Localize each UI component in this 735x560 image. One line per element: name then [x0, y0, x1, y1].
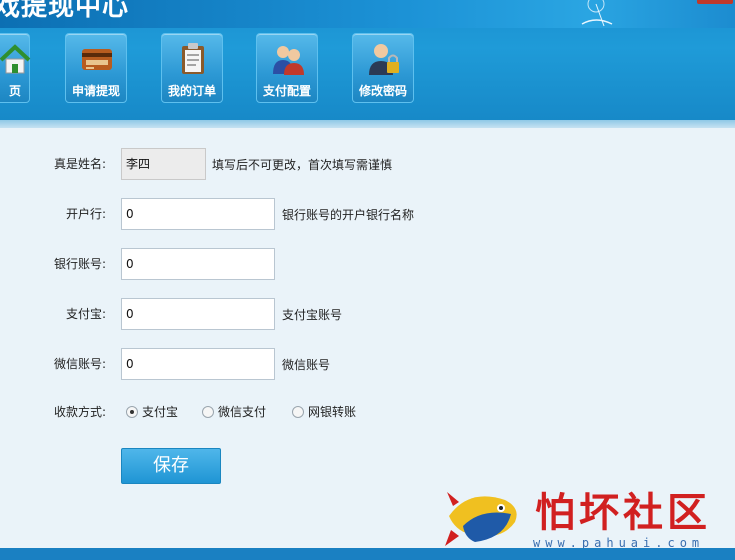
- bank-name-input[interactable]: 0: [121, 198, 275, 230]
- nav-change-password-button[interactable]: 修改密码: [352, 33, 414, 103]
- header-divider: [0, 120, 735, 128]
- clipboard-icon: [182, 43, 204, 74]
- bank-name-label: 开户行:: [65, 207, 106, 221]
- bank-account-input[interactable]: 0: [121, 248, 275, 280]
- fish-logo-icon: [445, 492, 517, 546]
- header: 戏提现中心 页 申请提现 我的订单 支付配置 修改密码: [0, 0, 735, 120]
- top-right-badge[interactable]: [697, 0, 733, 4]
- radio-alipay-dot[interactable]: [126, 406, 138, 418]
- wechat-input[interactable]: 0: [121, 348, 275, 380]
- payment-method-label: 收款方式:: [53, 405, 106, 419]
- card-icon: [82, 49, 112, 70]
- bank-account-label: 银行账号:: [53, 257, 106, 271]
- radio-alipay[interactable]: 支付宝: [126, 403, 178, 420]
- nav-payment-config-label: 支付配置: [262, 84, 311, 98]
- footer-bar: [0, 548, 735, 560]
- real-name-field: 李四: [121, 148, 206, 180]
- nav-orders-button[interactable]: 我的订单: [161, 33, 223, 103]
- nav-orders-label: 我的订单: [167, 84, 216, 98]
- wechat-label: 微信账号:: [53, 357, 106, 371]
- radio-bank-transfer[interactable]: 网银转账: [292, 403, 356, 420]
- nav-home-button[interactable]: 页: [0, 33, 31, 103]
- nav-change-password-label: 修改密码: [358, 84, 407, 98]
- user-lock-icon: [369, 44, 399, 75]
- nav-payment-config-button[interactable]: 支付配置: [256, 33, 318, 103]
- real-name-label: 真是姓名:: [53, 157, 106, 171]
- bank-name-hint: 银行账号的开户银行名称: [282, 208, 415, 222]
- radio-wechat-pay-dot[interactable]: [202, 406, 214, 418]
- dandelion-decoration-icon: [581, 0, 613, 27]
- radio-wechat-pay-label: 微信支付: [218, 405, 267, 419]
- nav-home-label: 页: [8, 84, 21, 98]
- users-icon: [273, 46, 304, 75]
- alipay-hint: 支付宝账号: [282, 308, 343, 322]
- nav-bar: 页 申请提现 我的订单 支付配置 修改密码: [0, 33, 735, 105]
- real-name-hint: 填写后不可更改，首次填写需谨慎: [212, 158, 393, 172]
- radio-bank-transfer-dot[interactable]: [292, 406, 304, 418]
- alipay-input[interactable]: 0: [121, 298, 275, 330]
- save-button[interactable]: 保存: [121, 448, 221, 484]
- nav-withdraw-button[interactable]: 申请提现: [65, 33, 127, 103]
- alipay-label: 支付宝:: [65, 307, 106, 321]
- radio-bank-transfer-label: 网银转账: [308, 405, 357, 419]
- nav-withdraw-label: 申请提现: [71, 84, 120, 98]
- wechat-hint: 微信账号: [282, 358, 331, 372]
- watermark: 怕坏社区 www.pahuai.com: [445, 478, 735, 553]
- watermark-text: 怕坏社区: [535, 489, 711, 536]
- home-icon: [0, 44, 31, 74]
- radio-wechat-pay[interactable]: 微信支付: [202, 403, 266, 420]
- site-title: 戏提现中心: [0, 0, 130, 22]
- radio-alipay-label: 支付宝: [142, 405, 179, 419]
